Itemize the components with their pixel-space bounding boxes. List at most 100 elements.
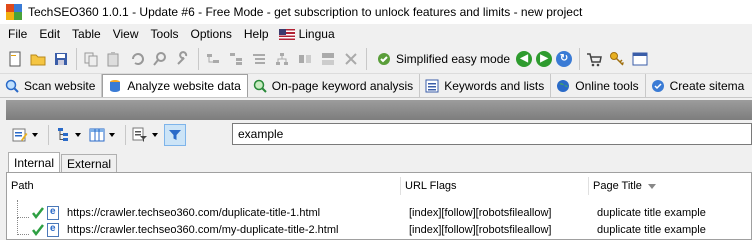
- arrow-right-icon: ▶: [540, 53, 548, 64]
- row-title: duplicate title example: [597, 207, 706, 219]
- wrench-button[interactable]: [172, 48, 194, 70]
- search-button[interactable]: [149, 48, 171, 70]
- row-title-cell: duplicate title example: [589, 224, 749, 236]
- copy-icon: [84, 52, 98, 66]
- us-flag-icon: [278, 28, 295, 40]
- tree-action-4-button[interactable]: [271, 48, 293, 70]
- menu-edit[interactable]: Edit: [33, 27, 66, 41]
- key-icon: [610, 51, 625, 66]
- columns-icon: [89, 128, 105, 142]
- tab-on-page-keyword-analysis-label: On-page keyword analysis: [271, 78, 414, 93]
- tab-on-page-keyword-analysis[interactable]: On-page keyword analysis: [248, 74, 421, 97]
- menu-options[interactable]: Options: [185, 27, 238, 41]
- tree-expand-icon: [207, 53, 219, 63]
- forward-button[interactable]: ▶: [536, 50, 553, 67]
- toolbar-separator: [76, 47, 77, 70]
- row-flags-cell: [index][follow][robotsfileallow]: [401, 207, 589, 219]
- tab-scan-website[interactable]: Scan website: [0, 74, 103, 97]
- refresh-icon: ↻: [559, 53, 569, 64]
- tab-keywords-and-lists[interactable]: Keywords and lists: [420, 74, 552, 97]
- save-disk-icon: [55, 52, 67, 65]
- menu-tools[interactable]: Tools: [145, 27, 185, 41]
- remove-icon: [345, 52, 357, 65]
- database-icon: [107, 78, 123, 94]
- copy-button[interactable]: [80, 48, 102, 70]
- paste-button[interactable]: [103, 48, 125, 70]
- tree-merge-icon: [299, 54, 311, 63]
- column-header-url-flags[interactable]: URL Flags: [401, 177, 589, 195]
- window-title: TechSEO360 1.0.1 - Update #6 - Free Mode…: [28, 5, 583, 19]
- column-header-page-title[interactable]: Page Title: [589, 177, 749, 195]
- list-icon: [424, 78, 440, 94]
- tree-connector: [17, 199, 29, 218]
- table-row[interactable]: https://crawler.techseo360.com/duplicate…: [7, 199, 751, 222]
- magnifier-globe-icon: [4, 78, 20, 94]
- funnel-icon: [169, 130, 181, 140]
- tab-online-tools[interactable]: Online tools: [551, 74, 646, 97]
- tree-view-dropdown[interactable]: [53, 124, 87, 146]
- row-flags: [index][follow][robotsfileallow]: [409, 207, 552, 219]
- simplified-mode-button[interactable]: Simplified easy mode: [370, 47, 516, 71]
- tab-analyze-website-data[interactable]: Analyze website data: [102, 74, 248, 97]
- tab-internal[interactable]: Internal: [8, 152, 61, 172]
- menu-table[interactable]: Table: [66, 27, 107, 41]
- toolbar-separator: [125, 125, 126, 145]
- tab-create-sitemap[interactable]: Create sitema: [646, 74, 751, 97]
- sort-descending-icon: [647, 183, 656, 189]
- menu-file[interactable]: File: [2, 27, 33, 41]
- app-logo-icon: [6, 4, 22, 20]
- columns-dropdown[interactable]: [87, 124, 121, 146]
- tree-action-2-button[interactable]: [225, 48, 247, 70]
- row-path: https://crawler.techseo360.com/my-duplic…: [67, 224, 339, 236]
- menu-bar: File Edit Table View Tools Options Help …: [0, 24, 752, 44]
- title-bar: TechSEO360 1.0.1 - Update #6 - Free Mode…: [0, 0, 752, 24]
- view-options-dropdown[interactable]: [10, 124, 44, 146]
- row-path: https://crawler.techseo360.com/duplicate…: [67, 207, 321, 219]
- row-title-cell: duplicate title example: [589, 207, 749, 219]
- new-project-button[interactable]: [4, 48, 26, 70]
- refresh-button[interactable]: ↻: [556, 50, 573, 67]
- row-path-cell: https://crawler.techseo360.com/duplicate…: [7, 199, 401, 220]
- tab-internal-label: Internal: [14, 155, 55, 170]
- save-project-button[interactable]: [50, 48, 72, 70]
- open-project-button[interactable]: [27, 48, 49, 70]
- buy-button[interactable]: [583, 48, 605, 70]
- back-button[interactable]: ◀: [516, 50, 533, 67]
- apply-filter-toggle[interactable]: [164, 124, 186, 146]
- filter-toolbar: [6, 123, 752, 147]
- tree-action-3-button[interactable]: [248, 48, 270, 70]
- chevron-down-icon: [152, 133, 158, 137]
- tab-keywords-and-lists-label: Keywords and lists: [444, 78, 545, 93]
- checkmark-icon: [32, 224, 44, 237]
- grid-header: Path URL Flags Page Title: [7, 177, 751, 195]
- filter-presets-dropdown[interactable]: [130, 124, 164, 146]
- column-header-path[interactable]: Path: [7, 177, 401, 195]
- tree-collapse-icon: [230, 52, 242, 65]
- edit-list-icon: [12, 128, 28, 142]
- chevron-down-icon: [75, 133, 81, 137]
- chevron-down-icon: [32, 133, 38, 137]
- cart-icon: [587, 52, 602, 66]
- tree-action-5-button[interactable]: [294, 48, 316, 70]
- tab-external[interactable]: External: [61, 154, 118, 172]
- checkmark-icon: [32, 207, 44, 220]
- remove-button[interactable]: [340, 48, 362, 70]
- tree-list-icon: [253, 53, 265, 64]
- undo-button[interactable]: [126, 48, 148, 70]
- filter-input[interactable]: [232, 123, 752, 145]
- table-row[interactable]: https://crawler.techseo360.com/my-duplic…: [7, 216, 751, 239]
- tab-external-label: External: [67, 156, 112, 171]
- tab-analyze-website-data-label: Analyze website data: [127, 79, 241, 93]
- register-key-button[interactable]: [606, 48, 628, 70]
- new-document-icon: [9, 51, 21, 66]
- menu-help[interactable]: Help: [238, 27, 275, 41]
- tree-action-1-button[interactable]: [202, 48, 224, 70]
- row-path-cell: https://crawler.techseo360.com/my-duplic…: [7, 216, 401, 237]
- window-button[interactable]: [629, 48, 651, 70]
- main-tabs: Scan website Analyze website data On-pag…: [0, 74, 752, 98]
- search-icon: [153, 51, 166, 66]
- tree-action-6-button[interactable]: [317, 48, 339, 70]
- menu-view[interactable]: View: [107, 27, 145, 41]
- menu-lingua[interactable]: Lingua: [275, 27, 339, 41]
- menu-lingua-label: Lingua: [298, 27, 335, 41]
